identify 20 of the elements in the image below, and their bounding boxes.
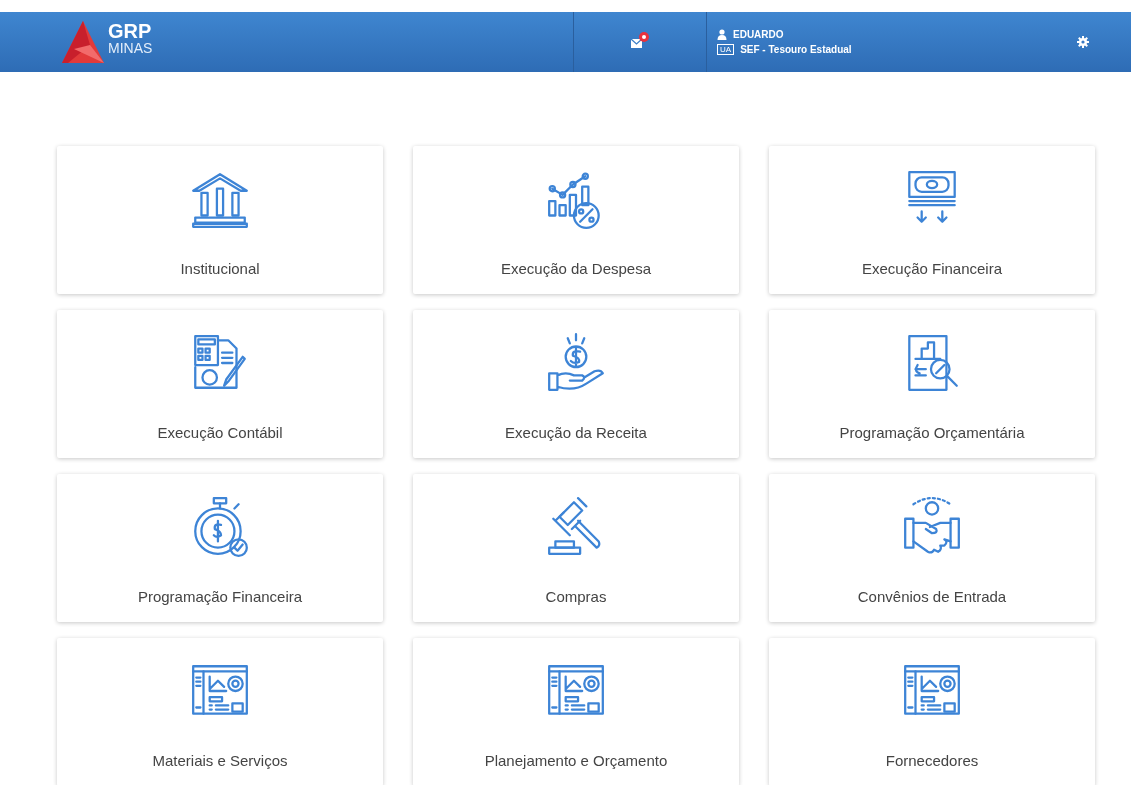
triangle-logo-icon [60, 19, 106, 65]
unit-badge: UA [717, 44, 735, 55]
module-tile[interactable]: Execução da Despesa [413, 146, 739, 294]
module-tile[interactable]: Planejamento e Orçamento [413, 638, 739, 785]
user-name: EDUARDO [733, 29, 784, 40]
module-tile[interactable]: Execução da Receita [413, 310, 739, 458]
module-tile[interactable]: Execução Financeira [769, 146, 1095, 294]
module-tile[interactable]: Institucional [57, 146, 383, 294]
unit-name: SEF - Tesouro Estadual [740, 44, 852, 55]
module-tile[interactable]: Convênios de Entrada [769, 474, 1095, 622]
module-tile[interactable]: Programação Orçamentária [769, 310, 1095, 458]
module-tile[interactable]: Fornecedores [769, 638, 1095, 785]
module-tile[interactable]: Execução Contábil [57, 310, 383, 458]
module-tile[interactable]: Programação Financeira [57, 474, 383, 622]
settings-icon[interactable] [1077, 36, 1089, 48]
module-tile[interactable]: Compras [413, 474, 739, 622]
logo-subtitle: MINAS [108, 41, 153, 55]
module-tile[interactable]: Materiais e Serviços [57, 638, 383, 785]
user-icon [717, 29, 727, 40]
logo-title: GRP [108, 21, 153, 41]
